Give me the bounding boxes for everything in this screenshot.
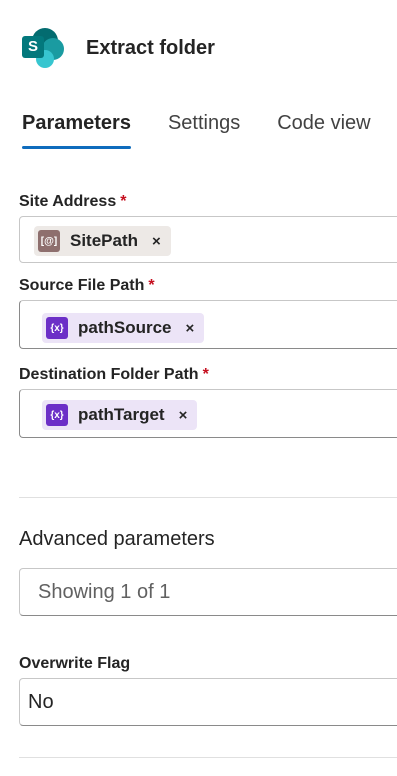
tab-code-view[interactable]: Code view — [277, 112, 370, 149]
site-address-label: Site Address * — [19, 193, 127, 210]
bottom-divider — [19, 757, 397, 758]
site-address-field[interactable]: [@] SitePath × — [19, 216, 397, 263]
section-divider — [19, 497, 397, 498]
overwrite-flag-label: Overwrite Flag — [19, 655, 131, 672]
panel-header: S Extract folder — [22, 26, 215, 70]
token-label: pathSource — [78, 318, 172, 337]
remove-token-icon[interactable]: × — [186, 320, 195, 337]
source-file-path-label: Source File Path * — [19, 277, 155, 294]
source-file-path-field[interactable]: {x} pathSource × — [19, 300, 397, 349]
token-label: SitePath — [70, 231, 139, 250]
tab-bar: Parameters Settings Code view — [22, 112, 397, 149]
destination-folder-path-label: Destination Folder Path * — [19, 366, 209, 383]
path-source-token[interactable]: {x} pathSource × — [42, 313, 205, 343]
tab-settings[interactable]: Settings — [168, 112, 240, 149]
panel-title: Extract folder — [86, 36, 215, 59]
path-target-token[interactable]: {x} pathTarget × — [42, 400, 198, 430]
variable-icon: {x} — [46, 404, 68, 426]
required-mark: * — [148, 277, 155, 294]
advanced-parameters-dropdown[interactable]: Showing 1 of 1 — [19, 568, 397, 616]
advanced-parameters-title: Advanced parameters — [19, 528, 215, 550]
parameter-icon: [@] — [38, 230, 60, 252]
destination-folder-path-field[interactable]: {x} pathTarget × — [19, 389, 397, 438]
variable-icon: {x} — [46, 317, 68, 339]
site-path-token[interactable]: [@] SitePath × — [34, 226, 171, 256]
remove-token-icon[interactable]: × — [152, 233, 161, 250]
required-mark: * — [120, 193, 127, 210]
remove-token-icon[interactable]: × — [179, 407, 188, 424]
token-label: pathTarget — [78, 405, 165, 424]
tab-parameters[interactable]: Parameters — [22, 112, 131, 149]
overwrite-flag-input[interactable]: No — [19, 678, 397, 726]
required-mark: * — [202, 366, 209, 383]
action-panel: S Extract folder Parameters Settings Cod… — [0, 0, 397, 776]
sharepoint-icon: S — [22, 26, 66, 70]
